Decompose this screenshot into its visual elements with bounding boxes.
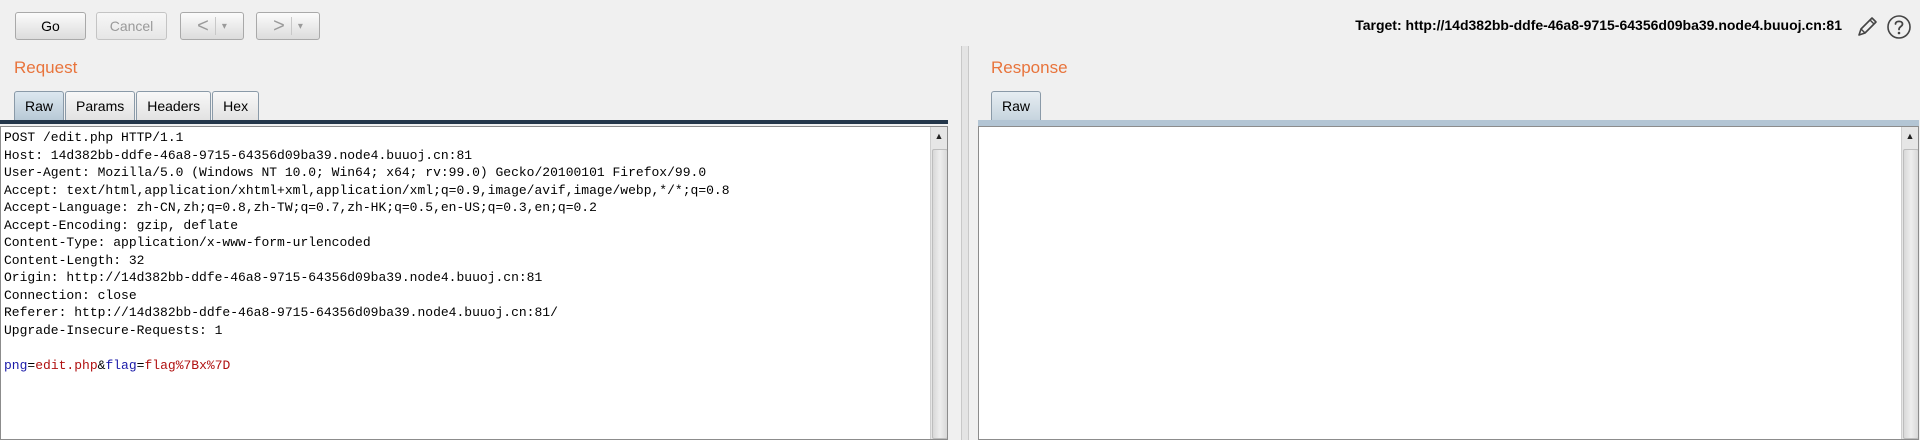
request-tabs: Raw Params Headers Hex (14, 91, 260, 121)
scroll-thumb[interactable] (932, 149, 947, 439)
request-editor[interactable]: POST /edit.php HTTP/1.1 Host: 14d382bb-d… (0, 126, 948, 440)
go-button[interactable]: Go (15, 12, 86, 40)
chevron-right-icon: > (273, 15, 285, 37)
header-line: Host: 14d382bb-ddfe-46a8-9715-64356d09ba… (4, 147, 473, 163)
param-name: flag (105, 357, 137, 373)
param-name: png (4, 357, 28, 373)
separator (290, 17, 292, 35)
forward-button[interactable]: > ▾ (256, 12, 320, 40)
tab-hex[interactable]: Hex (212, 91, 260, 120)
response-editor[interactable]: ▲ (978, 126, 1919, 440)
toolbar: Go Cancel < ▾ > ▾ Target: http://14d382b… (0, 0, 1920, 48)
header-line: Connection: close (4, 287, 137, 303)
header-line: Content-Length: 32 (4, 252, 145, 268)
help-icon[interactable] (1886, 14, 1912, 40)
param-value: edit.php (35, 357, 98, 373)
tab-raw[interactable]: Raw (991, 91, 1042, 120)
request-scrollbar[interactable]: ▲ (930, 127, 947, 439)
request-body: png=edit.php&flag=flag%7Bx%7D (4, 358, 230, 373)
scroll-up-icon[interactable]: ▲ (1904, 129, 1916, 143)
request-headers-text: POST /edit.php HTTP/1.1 Host: 14d382bb-d… (1, 127, 947, 374)
tab-headers[interactable]: Headers (136, 91, 212, 120)
response-title: Response (991, 58, 1068, 77)
target-url: Target: http://14d382bb-ddfe-46a8-9715-6… (1355, 17, 1842, 33)
cancel-button[interactable]: Cancel (96, 12, 167, 40)
header-line: Accept-Encoding: gzip, deflate (4, 217, 239, 233)
chevron-left-icon: < (197, 15, 209, 37)
dropdown-caret-icon[interactable]: ▾ (222, 21, 227, 32)
header-line: User-Agent: Mozilla/5.0 (Windows NT 10.0… (4, 165, 707, 180)
tab-params[interactable]: Params (65, 91, 136, 120)
back-button[interactable]: < ▾ (180, 12, 244, 40)
header-line: Referer: http://14d382bb-ddfe-46a8-9715-… (4, 305, 558, 320)
request-title: Request (14, 58, 78, 77)
scroll-up-icon[interactable]: ▲ (933, 129, 945, 143)
pencil-icon[interactable] (1854, 14, 1880, 40)
request-tabs-underline (0, 120, 948, 124)
separator (214, 17, 216, 35)
response-scrollbar[interactable]: ▲ (1901, 127, 1918, 439)
request-line: POST /edit.php HTTP/1.1 (4, 130, 184, 145)
header-line: Accept-Language: zh-CN,zh;q=0.8,zh-TW;q=… (4, 200, 597, 215)
tab-raw[interactable]: Raw (14, 91, 65, 120)
header-line: Upgrade-Insecure-Requests: 1 (4, 322, 223, 338)
dropdown-caret-icon[interactable]: ▾ (298, 21, 303, 32)
response-tabs: Raw (991, 91, 1042, 121)
header-line: Origin: http://14d382bb-ddfe-46a8-9715-6… (4, 270, 543, 285)
param-value: flag%7Bx%7D (144, 357, 231, 373)
header-line: Content-Type: application/x-www-form-url… (4, 235, 371, 250)
scroll-thumb[interactable] (1903, 149, 1918, 439)
pane-splitter[interactable] (961, 46, 969, 440)
header-line: Accept: text/html,application/xhtml+xml,… (4, 182, 730, 198)
